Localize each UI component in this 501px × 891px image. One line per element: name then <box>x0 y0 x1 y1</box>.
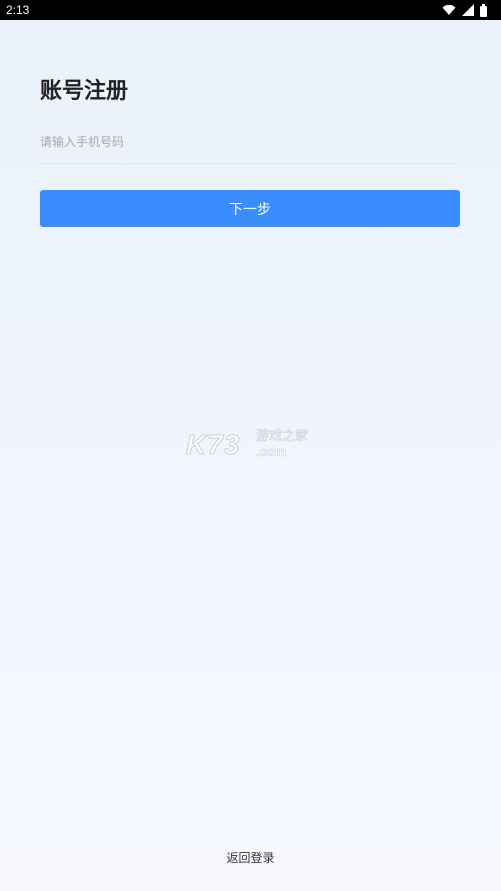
phone-input[interactable] <box>40 128 460 156</box>
status-icons <box>442 3 487 17</box>
back-to-login-link[interactable]: 返回登录 <box>0 849 501 867</box>
wifi-icon <box>442 4 456 16</box>
status-time: 2:13 <box>6 3 30 17</box>
page-title: 账号注册 <box>40 79 129 104</box>
watermark-com-text: .com <box>256 444 287 460</box>
battery-icon <box>480 3 487 17</box>
status-bar: 2:13 <box>0 0 501 20</box>
next-button[interactable]: 下一步 <box>40 190 460 227</box>
watermark-logo: K73 游戏之家 .com <box>185 428 316 462</box>
watermark-main-text: K73 <box>185 429 241 461</box>
signal-icon <box>462 4 474 16</box>
input-divider <box>40 163 460 164</box>
watermark-cn-text: 游戏之家 <box>256 429 309 445</box>
